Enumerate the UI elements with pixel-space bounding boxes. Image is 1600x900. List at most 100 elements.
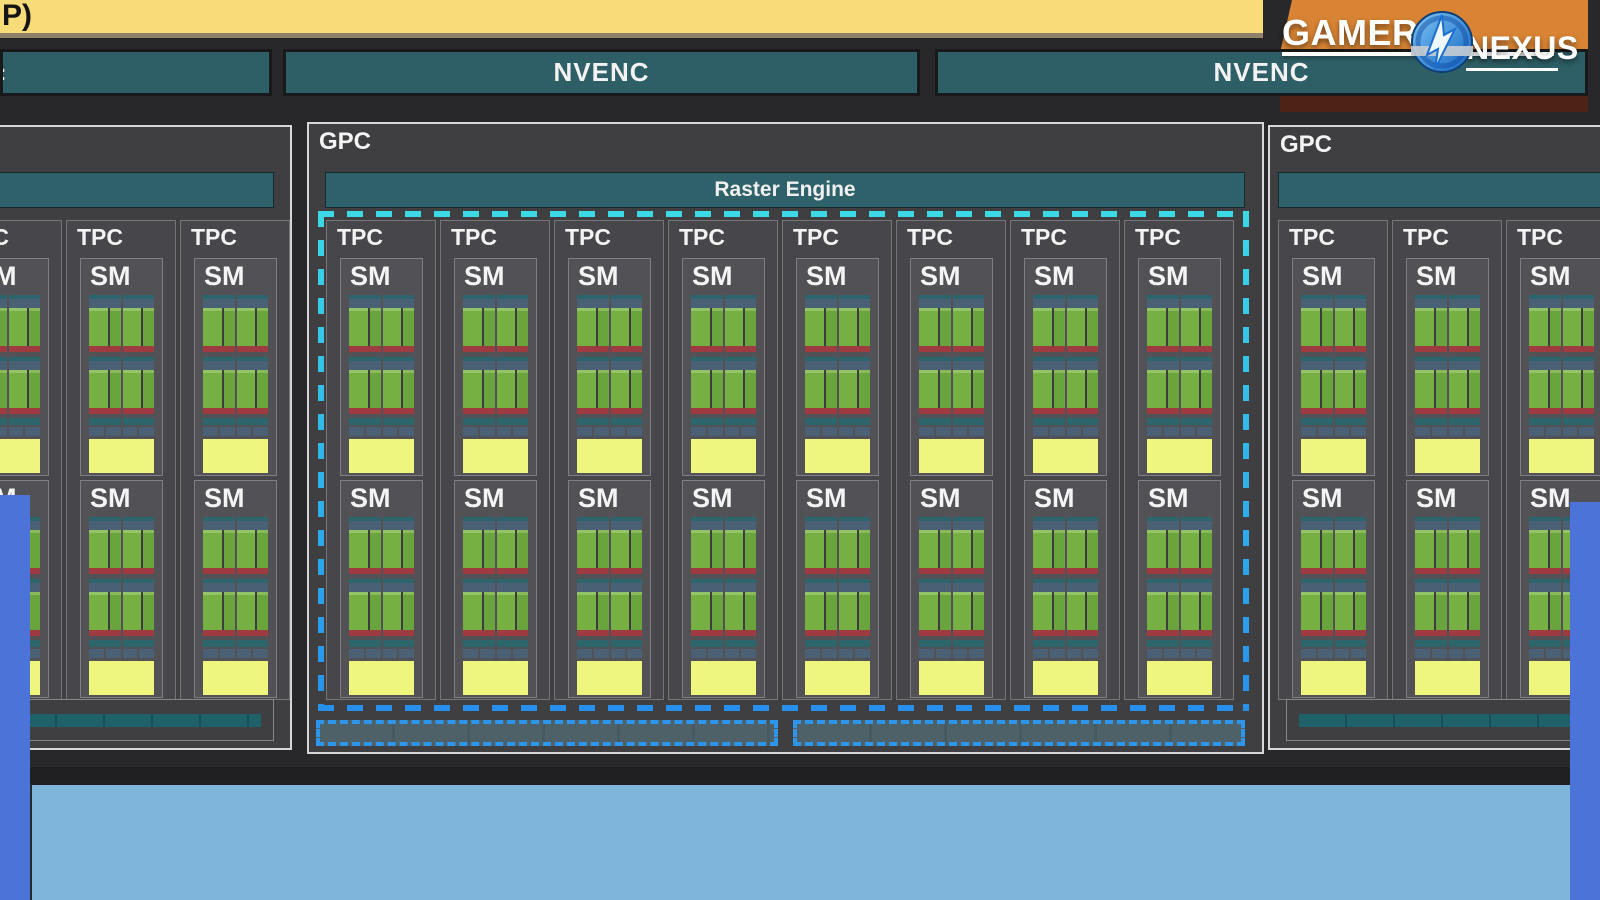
core-array: [497, 530, 516, 568]
core-array: [805, 370, 824, 408]
l1-cache-block: [577, 661, 642, 695]
tpc-label: TPC: [1393, 221, 1501, 258]
tex-unit-row: [691, 640, 756, 647]
sm-stack: [1301, 295, 1366, 473]
core-array: [349, 530, 368, 568]
warp-scheduler-strip: [805, 583, 837, 592]
sm-block: SM: [910, 480, 993, 698]
sm-label: SM: [0, 259, 48, 293]
core-array: [403, 308, 414, 346]
ldst-unit-row: [89, 427, 154, 436]
nvenc-center-label: NVENC: [553, 57, 649, 88]
warp-scheduler-strip: [463, 299, 495, 308]
core-array: [1067, 592, 1086, 630]
cuda-core-block: [805, 308, 870, 346]
cuda-core-block: [1415, 308, 1480, 346]
warp-scheduler-strip: [89, 583, 121, 592]
core-array: [1469, 530, 1480, 568]
core-array: [1168, 370, 1179, 408]
gpc-label: GPC: [1280, 131, 1332, 159]
warp-scheduler-strip: [203, 583, 235, 592]
cuda-core-block: [1529, 370, 1594, 408]
warp-scheduler-strip: [1181, 583, 1213, 592]
sm-scheduler-row: [577, 357, 642, 370]
sm-label: SM: [569, 259, 650, 293]
tpc-row: TPC SM: [326, 220, 1234, 700]
sm-scheduler-row: [203, 357, 268, 370]
core-array: [1449, 592, 1468, 630]
sm-label: SM: [1139, 481, 1220, 515]
core-array: [973, 370, 984, 408]
sm-scheduler-row: [349, 357, 414, 370]
warp-scheduler-strip: [1529, 583, 1561, 592]
core-array: [1054, 370, 1065, 408]
logo-text-nexus: NEXUS: [1466, 30, 1579, 67]
core-array: [203, 308, 222, 346]
cuda-core-block: [203, 592, 268, 630]
sm-stack: [805, 295, 870, 473]
cuda-core-block: [463, 370, 528, 408]
title-bar: P): [0, 0, 1263, 38]
l1-cache-block: [577, 439, 642, 473]
core-array: [712, 308, 723, 346]
tpc-block: TPC SM: [554, 220, 664, 700]
core-array: [1087, 530, 1098, 568]
l1-cache-block: [1415, 661, 1480, 695]
core-array: [1147, 370, 1166, 408]
sm-scheduler-row: [577, 295, 642, 308]
sm-label: SM: [81, 481, 162, 515]
l1-cache-block: [1415, 439, 1480, 473]
cuda-core-block: [349, 370, 414, 408]
core-array: [839, 308, 858, 346]
core-array: [463, 530, 482, 568]
core-array: [484, 592, 495, 630]
core-array: [712, 370, 723, 408]
cuda-core-block: [1415, 592, 1480, 630]
warp-scheduler-strip: [1181, 521, 1213, 530]
sm-scheduler-row: [1301, 357, 1366, 370]
sm-stack: [577, 517, 642, 695]
core-array: [598, 308, 609, 346]
cuda-core-block: [805, 370, 870, 408]
warp-scheduler-strip: [383, 299, 415, 308]
sm-block: SM: [1406, 258, 1489, 476]
sm-label: SM: [1407, 481, 1488, 515]
warp-scheduler-strip: [691, 299, 723, 308]
bottom-dark-band: [0, 767, 1600, 785]
core-array: [839, 530, 858, 568]
core-array: [1355, 592, 1366, 630]
warp-scheduler-strip: [497, 583, 529, 592]
ldst-unit-row: [349, 649, 414, 658]
core-array: [953, 308, 972, 346]
tpc-block: TPC SM: [326, 220, 436, 700]
core-array: [1147, 308, 1166, 346]
bottom-cache-frame: [1286, 699, 1600, 741]
tpc-block: TPC SM: [668, 220, 778, 700]
core-array: [370, 592, 381, 630]
tpc-label: TPC: [0, 221, 61, 258]
l1-cache-block: [919, 661, 984, 695]
cuda-core-block: [1301, 308, 1366, 346]
sm-block: SM: [340, 480, 423, 698]
sm-scheduler-row: [349, 295, 414, 308]
cuda-core-block: [1301, 370, 1366, 408]
sm-scheduler-row: [919, 517, 984, 530]
bottom-cache-segments: [0, 714, 261, 727]
core-array: [370, 530, 381, 568]
core-array: [110, 592, 121, 630]
sm-block: SM: [1292, 258, 1375, 476]
sm-scheduler-row: [203, 579, 268, 592]
core-array: [123, 530, 142, 568]
gamersnexus-logo-icon: [1408, 8, 1476, 76]
highlight-edge-left: [318, 211, 324, 711]
sm-block: SM: [1520, 258, 1600, 476]
cuda-core-block: [577, 530, 642, 568]
core-array: [9, 308, 28, 346]
tpc-block: TPC SM: [896, 220, 1006, 700]
warp-scheduler-strip: [805, 299, 837, 308]
l1-cache-block: [805, 661, 870, 695]
core-array: [859, 370, 870, 408]
cuda-core-block: [919, 370, 984, 408]
core-array: [1415, 592, 1434, 630]
sm-label: SM: [911, 481, 992, 515]
